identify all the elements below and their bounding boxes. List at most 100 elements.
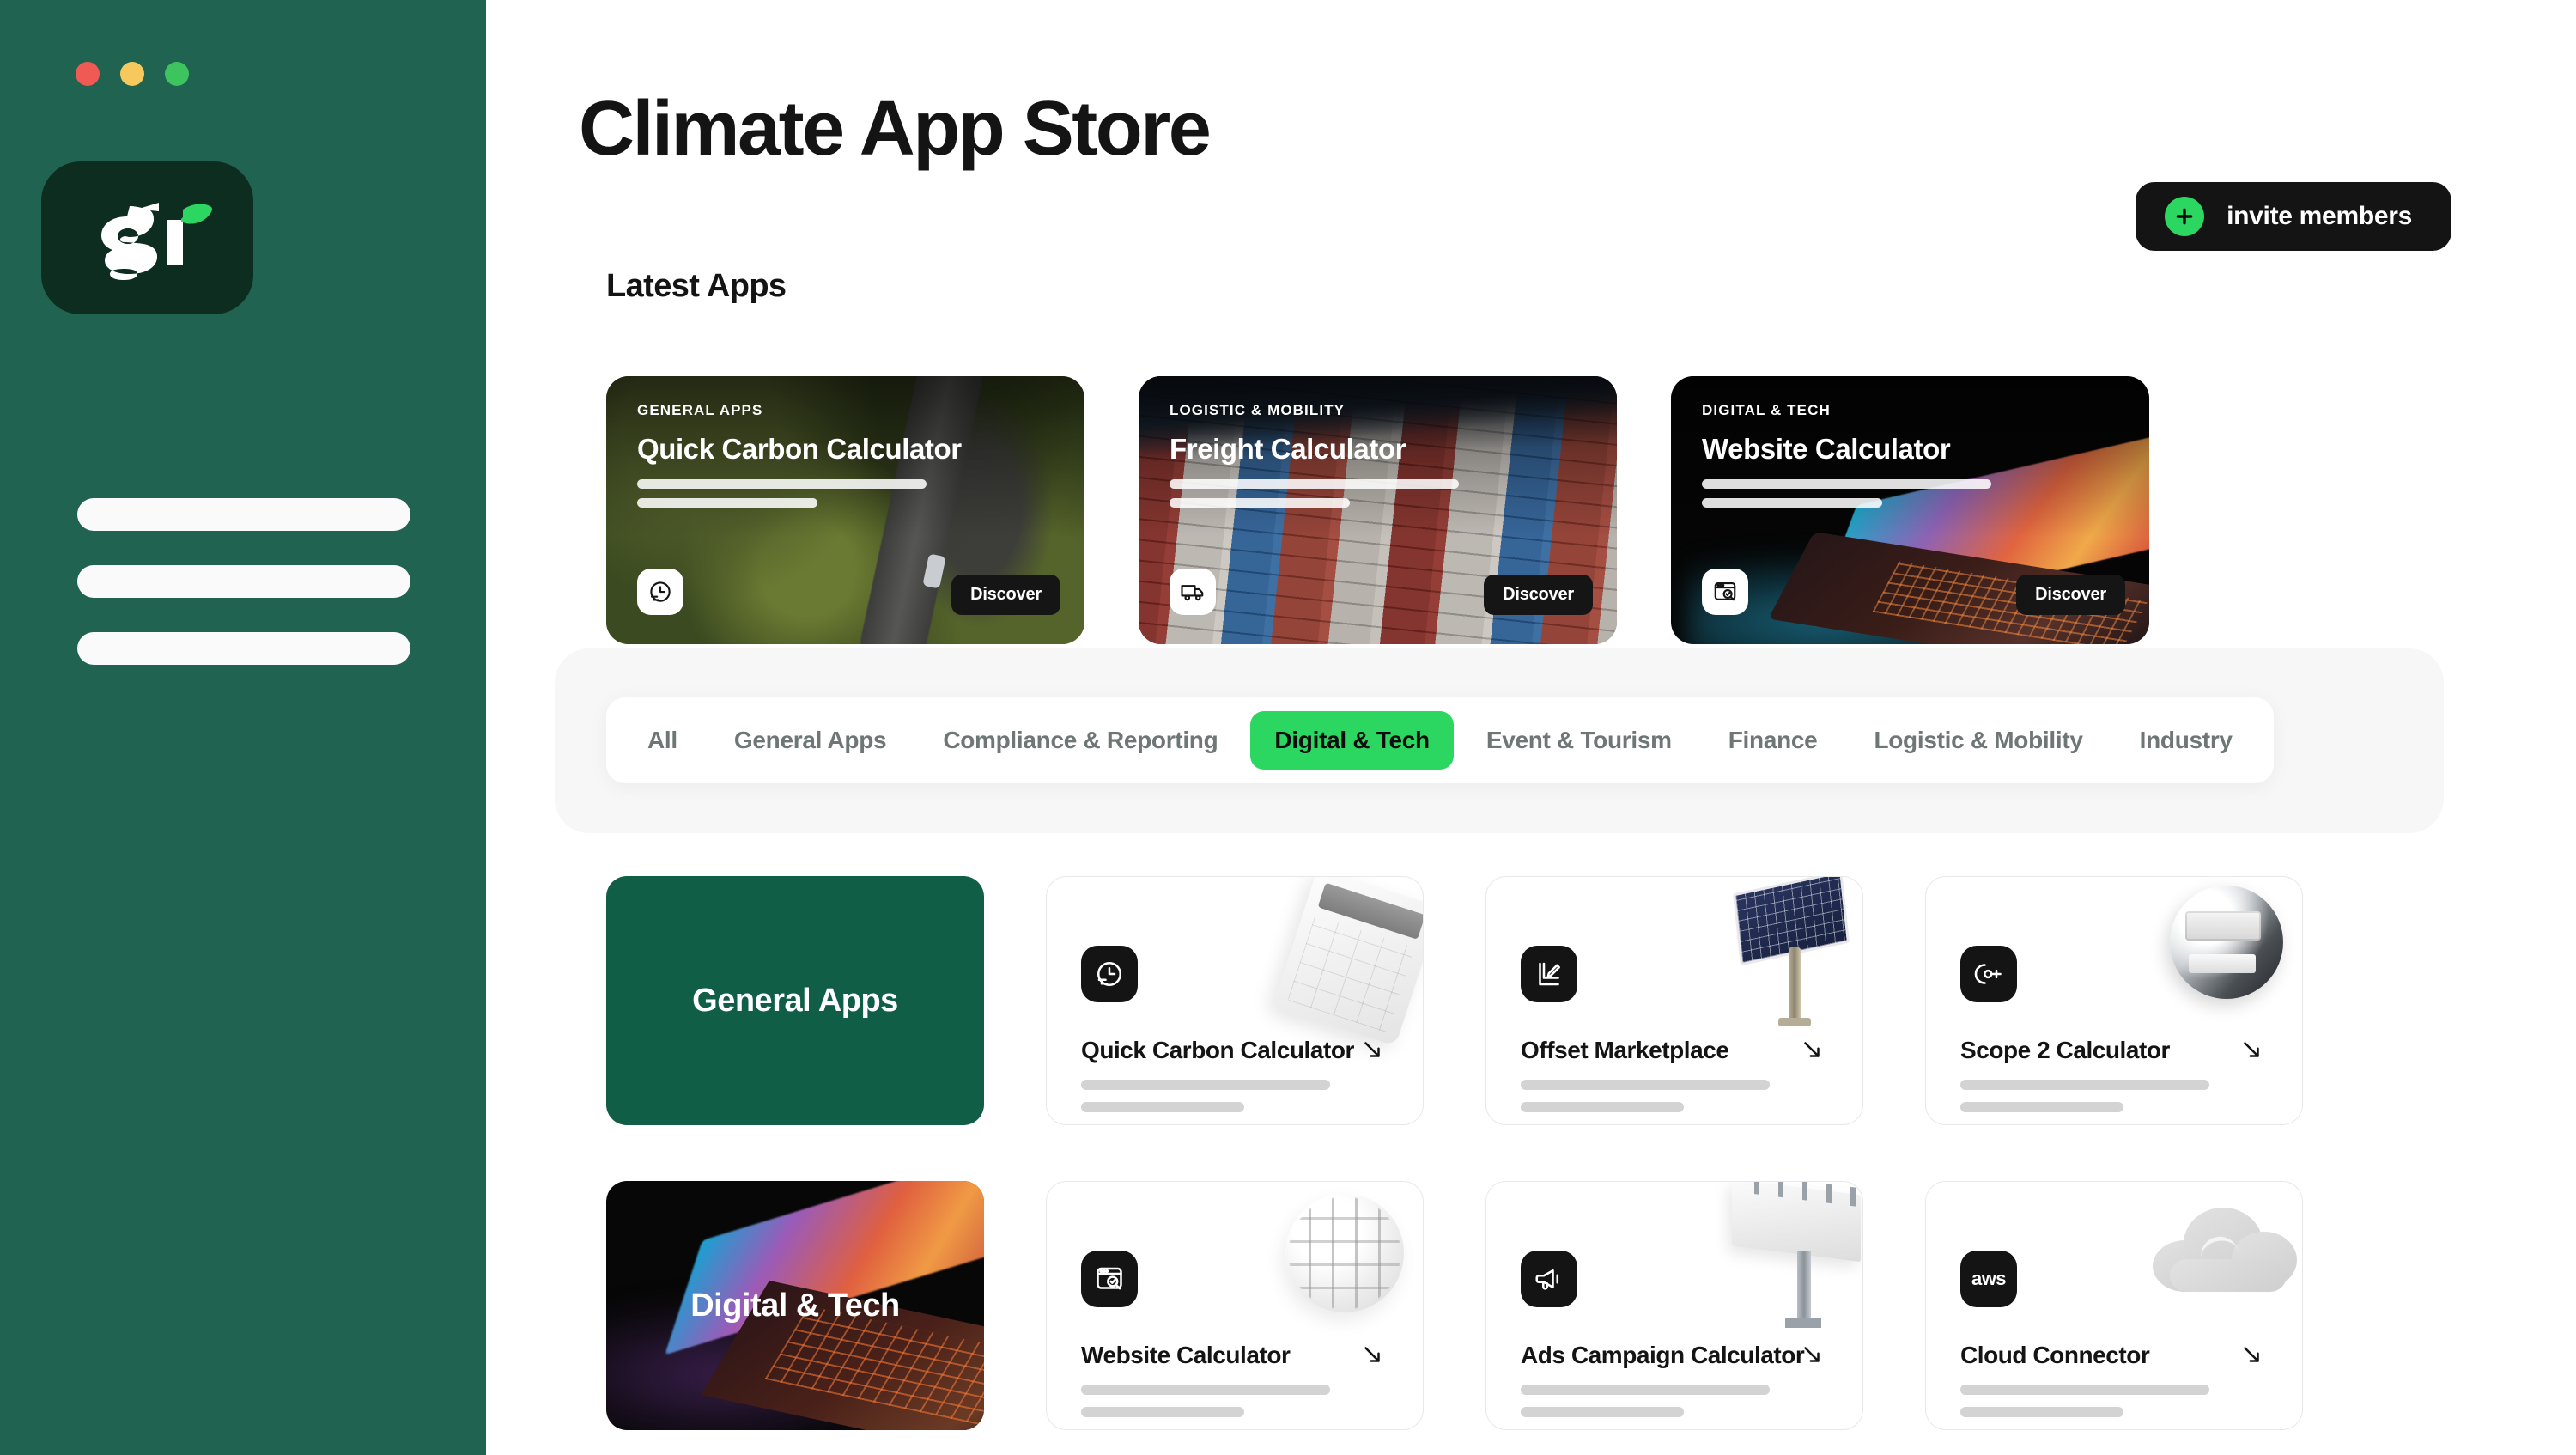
plug-electric-icon xyxy=(1960,946,2017,1002)
arrow-down-right-icon[interactable] xyxy=(2239,1037,2264,1062)
clock-carbon-icon xyxy=(637,569,683,615)
discover-button[interactable]: Discover xyxy=(951,575,1060,615)
app-grid: General Apps Quick Carbon Calculator Off… xyxy=(606,876,2303,1430)
tab-digital-tech[interactable]: Digital & Tech xyxy=(1250,711,1454,770)
aws-icon: aws xyxy=(1960,1251,2017,1307)
app-logo-tile[interactable] xyxy=(41,161,253,314)
sidebar-nav-item-1[interactable] xyxy=(77,498,410,531)
placeholder-line-1 xyxy=(1960,1080,2209,1090)
app-card-title: Ads Campaign Calculator xyxy=(1521,1342,1805,1368)
featured-card-category: GENERAL APPS xyxy=(637,402,763,418)
description-placeholder xyxy=(1960,1385,2209,1417)
category-tile-general-apps[interactable]: General Apps xyxy=(606,876,984,1125)
placeholder-line-1 xyxy=(1081,1385,1330,1395)
category-filter-tabs: All General Apps Compliance & Reporting … xyxy=(606,697,2274,783)
app-card-title: Quick Carbon Calculator xyxy=(1081,1037,1354,1063)
app-card-cloud-connector[interactable]: aws Cloud Connector xyxy=(1925,1181,2303,1430)
arrow-down-right-icon[interactable] xyxy=(1799,1037,1825,1062)
placeholder-line-1 xyxy=(1960,1385,2209,1395)
invite-members-label: invite members xyxy=(2227,202,2412,230)
app-card-title: Scope 2 Calculator xyxy=(1960,1037,2170,1063)
tab-finance[interactable]: Finance xyxy=(1704,711,1842,770)
placeholder-line-2 xyxy=(1960,1102,2123,1112)
minimize-window-button[interactable] xyxy=(120,62,144,86)
truck-icon xyxy=(1170,569,1216,615)
placeholder-line-1 xyxy=(1081,1080,1330,1090)
featured-card-category: DIGITAL & TECH xyxy=(1702,402,1831,418)
description-placeholder xyxy=(1960,1080,2209,1112)
aws-icon-label: aws xyxy=(1971,1268,2007,1289)
placeholder-line-1 xyxy=(1521,1385,1770,1395)
app-card-title: Offset Marketplace xyxy=(1521,1037,1729,1063)
calculator-thumb xyxy=(1260,877,1423,1047)
app-card-offset-marketplace[interactable]: Offset Marketplace xyxy=(1485,876,1863,1125)
description-placeholder xyxy=(1081,1080,1330,1112)
placeholder-line-2 xyxy=(1081,1407,1244,1417)
sidebar-nav-item-3[interactable] xyxy=(77,632,410,665)
description-placeholder xyxy=(1702,479,2118,508)
app-card-quick-carbon-calculator[interactable]: Quick Carbon Calculator xyxy=(1046,876,1424,1125)
maximize-window-button[interactable] xyxy=(165,62,189,86)
browser-search-icon xyxy=(1081,1251,1138,1307)
app-card-website-calculator[interactable]: Website Calculator xyxy=(1046,1181,1424,1430)
main-content: Climate App Store invite members Latest … xyxy=(486,0,2576,1455)
placeholder-line-2 xyxy=(1170,498,1350,508)
placeholder-line-1 xyxy=(637,479,927,489)
tab-all[interactable]: All xyxy=(623,711,702,770)
placeholder-line-2 xyxy=(1081,1102,1244,1112)
logo-mark xyxy=(79,191,216,285)
app-card-scope-2-calculator[interactable]: Scope 2 Calculator xyxy=(1925,876,2303,1125)
category-tile-label: Digital & Tech xyxy=(690,1287,900,1324)
app-card-title: Website Calculator xyxy=(1081,1342,1291,1368)
latest-apps-section-title: Latest Apps xyxy=(606,268,787,304)
placeholder-line-1 xyxy=(1521,1080,1770,1090)
tab-general-apps[interactable]: General Apps xyxy=(710,711,910,770)
tab-industry[interactable]: Industry xyxy=(2116,711,2257,770)
window-traffic-lights xyxy=(76,62,189,86)
page-title: Climate App Store xyxy=(579,86,1212,172)
arrow-down-right-icon[interactable] xyxy=(1359,1342,1385,1367)
featured-card-title: Website Calculator xyxy=(1702,433,1951,465)
description-placeholder xyxy=(637,479,1054,508)
app-card-ads-campaign-calculator[interactable]: Ads Campaign Calculator xyxy=(1485,1181,1863,1430)
tab-compliance-reporting[interactable]: Compliance & Reporting xyxy=(919,711,1242,770)
placeholder-line-2 xyxy=(1960,1407,2123,1417)
megaphone-icon xyxy=(1521,1251,1577,1307)
featured-card-website-calculator[interactable]: DIGITAL & TECH Website Calculator Discov… xyxy=(1671,376,2149,644)
featured-card-category: LOGISTIC & MOBILITY xyxy=(1170,402,1346,418)
close-window-button[interactable] xyxy=(76,62,100,86)
discover-button[interactable]: Discover xyxy=(2016,575,2125,615)
tab-logistic-mobility[interactable]: Logistic & Mobility xyxy=(1850,711,2106,770)
arrow-down-right-icon[interactable] xyxy=(2239,1342,2264,1367)
description-placeholder xyxy=(1521,1080,1770,1112)
featured-card-quick-carbon-calculator[interactable]: GENERAL APPS Quick Carbon Calculator Dis… xyxy=(606,376,1084,644)
app-root: Climate App Store invite members Latest … xyxy=(0,0,2576,1455)
solar-panel-thumb xyxy=(1699,877,1862,1027)
plus-circle-icon xyxy=(2165,197,2205,236)
placeholder-line-1 xyxy=(1702,479,1991,489)
description-placeholder xyxy=(1170,479,1586,508)
invite-members-button[interactable]: invite members xyxy=(2136,182,2451,251)
placeholder-line-2 xyxy=(1702,498,1882,508)
arrow-down-right-icon[interactable] xyxy=(1359,1037,1385,1062)
app-card-title: Cloud Connector xyxy=(1960,1342,2150,1368)
placeholder-line-2 xyxy=(637,498,817,508)
featured-card-freight-calculator[interactable]: LOGISTIC & MOBILITY Freight Calculator D… xyxy=(1139,376,1617,644)
placeholder-line-2 xyxy=(1521,1102,1684,1112)
tab-event-tourism[interactable]: Event & Tourism xyxy=(1462,711,1696,770)
sidebar-nav-item-2[interactable] xyxy=(77,565,410,598)
description-placeholder xyxy=(1081,1385,1330,1417)
placeholder-line-2 xyxy=(1521,1407,1684,1417)
sidebar-nav-placeholders xyxy=(77,498,410,665)
category-tile-digital-tech[interactable]: Digital & Tech xyxy=(606,1181,984,1430)
discover-button[interactable]: Discover xyxy=(1484,575,1593,615)
pen-document-icon xyxy=(1521,946,1577,1002)
cloud-thumb xyxy=(2139,1182,2302,1332)
featured-card-title: Freight Calculator xyxy=(1170,433,1406,465)
electric-meter-thumb xyxy=(2139,877,2302,1027)
category-tile-label: General Apps xyxy=(692,982,898,1019)
billboard-thumb xyxy=(1699,1182,1862,1332)
latest-apps-carousel: GENERAL APPS Quick Carbon Calculator Dis… xyxy=(606,376,2149,644)
arrow-down-right-icon[interactable] xyxy=(1799,1342,1825,1367)
browser-search-icon xyxy=(1702,569,1748,615)
